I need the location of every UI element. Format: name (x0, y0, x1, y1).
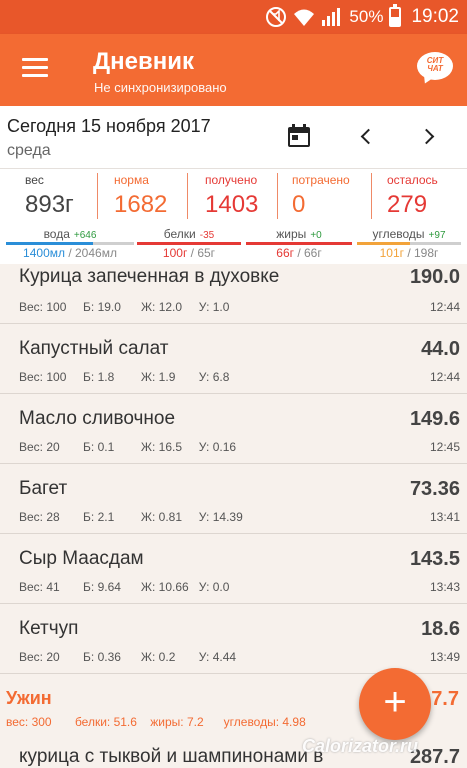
divider (97, 173, 98, 219)
wifi-icon (293, 6, 315, 28)
previous-day-button[interactable] (355, 126, 379, 150)
calendar-icon[interactable] (287, 124, 311, 148)
divider (187, 173, 188, 219)
list-item[interactable]: Сыр Маасдам 143.5 Вес: 41 Б: 9.64 Ж: 10.… (0, 534, 467, 604)
divider (371, 173, 372, 219)
macro-carbs: углеводы +97 101г / 198г (357, 227, 461, 261)
app-bar: Дневник Не синхронизировано СИТ ЧАТ (0, 34, 467, 106)
next-day-button[interactable] (418, 126, 442, 150)
list-item[interactable]: Курица запеченная в духовке 190.0 Вес: 1… (0, 264, 467, 324)
daily-summary: вес 893г норма 1682 получено 1403 потрач… (0, 168, 467, 264)
meal-name: Ужин (6, 688, 52, 708)
list-item[interactable]: Багет 73.36 Вес: 28 Б: 2.1 Ж: 0.81 У: 14… (0, 464, 467, 534)
date-header: Сегодня 15 ноября 2017 среда (0, 106, 467, 168)
macro-water: вода +646 1400мл / 2046мл (6, 227, 134, 261)
signal-icon (321, 6, 343, 28)
stat-weight: вес 893г (25, 173, 74, 218)
chat-label: СИТ ЧАТ (426, 56, 444, 73)
watermark: Calorizator.ru (302, 736, 419, 756)
add-food-button[interactable]: + (359, 668, 431, 740)
battery-icon (389, 4, 402, 27)
page-title: Дневник (93, 48, 194, 75)
plus-icon: + (383, 680, 407, 724)
protein-progress-bar (137, 242, 241, 245)
stat-norm: норма 1682 (114, 173, 168, 218)
status-bar: 50% 19:02 (0, 0, 467, 34)
meal-calories: 7.7 (431, 688, 459, 710)
stat-spent: потрачено 0 (292, 173, 350, 218)
list-item[interactable]: Масло сливочное 149.6 Вес: 20 Б: 0.1 Ж: … (0, 394, 467, 464)
battery-percent: 50% (349, 7, 384, 26)
current-date: Сегодня 15 ноября 2017 (7, 116, 211, 136)
carbs-progress-bar (357, 242, 461, 245)
menu-icon[interactable] (22, 58, 48, 78)
stat-received: получено 1403 (205, 173, 259, 218)
stat-remaining: осталось 279 (387, 173, 438, 218)
macro-protein: белки -35 100г / 65г (137, 227, 241, 261)
list-item[interactable]: Капустный салат 44.0 Вес: 100 Б: 1.8 Ж: … (0, 324, 467, 394)
macro-fat: жиры +0 66г / 66г (246, 227, 352, 261)
water-progress-bar (6, 242, 134, 245)
status-icons: 50% 19:02 (265, 4, 459, 28)
list-item[interactable]: Кетчуп 18.6 Вес: 20 Б: 0.36 Ж: 0.2 У: 4.… (0, 604, 467, 674)
chat-button[interactable]: СИТ ЧАТ (415, 50, 455, 88)
fat-progress-bar (246, 242, 352, 245)
clock: 19:02 (411, 6, 459, 27)
mute-icon (265, 6, 287, 28)
current-weekday: среда (7, 142, 51, 159)
meal-details: вес: 300 белки: 51.6 жиры: 7.2 углеводы:… (6, 715, 306, 729)
divider (277, 173, 278, 219)
sync-status: Не синхронизировано (94, 80, 227, 95)
